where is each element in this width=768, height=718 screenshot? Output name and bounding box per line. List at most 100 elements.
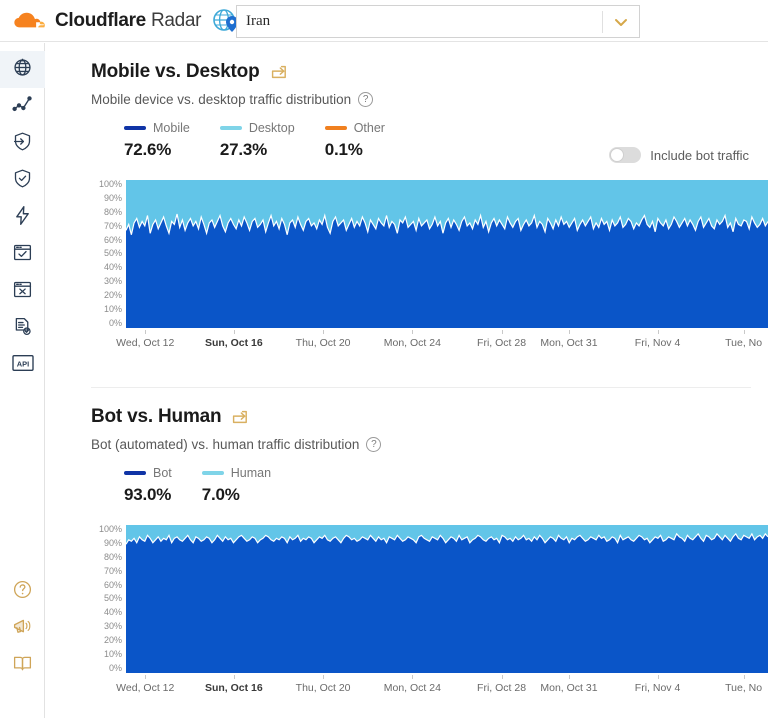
y-tick-label: 60% — [103, 234, 122, 245]
sidebar-item-reports[interactable] — [0, 310, 45, 347]
sidebar-item-help[interactable] — [0, 573, 45, 610]
y-tick-label: 100% — [98, 179, 122, 189]
page-title: Bot vs. Human — [91, 406, 222, 427]
svg-text:API: API — [16, 359, 28, 368]
legend-label: Desktop — [248, 121, 295, 135]
legend-item[interactable]: Other 0.1% — [324, 121, 385, 160]
sidebar-item-adoption[interactable] — [0, 236, 45, 273]
sidebar-bottom-items — [0, 573, 45, 684]
api-icon: API — [11, 353, 35, 378]
globe-network-icon — [12, 57, 33, 83]
x-tick-mark — [412, 675, 414, 679]
share-export-icon[interactable] — [269, 63, 287, 81]
section-divider — [91, 387, 751, 388]
x-tick-label: Sun, Oct 16 — [204, 682, 263, 694]
question-circle-icon[interactable]: ? — [366, 437, 382, 452]
share-export-icon[interactable] — [230, 408, 248, 426]
y-tick-label: 90% — [103, 192, 122, 203]
y-tick-label: 10% — [103, 649, 122, 660]
country-search-box[interactable] — [236, 5, 640, 38]
question-circle-icon — [12, 579, 33, 605]
section-subtitle: Mobile device vs. desktop traffic distri… — [91, 92, 352, 107]
y-tick-label: 40% — [103, 262, 122, 273]
sidebar-item-docs[interactable] — [0, 647, 45, 684]
x-tick-mark — [233, 675, 235, 679]
question-circle-icon[interactable]: ? — [358, 92, 374, 107]
y-tick-label: 80% — [103, 206, 122, 217]
line-chart-traffic-icon — [12, 94, 33, 120]
chart-plot-area[interactable] — [126, 525, 768, 673]
sidebar-item-overview[interactable] — [0, 51, 45, 88]
chart-plot-area[interactable] — [126, 180, 768, 328]
stacked-area-chart — [126, 525, 768, 673]
x-tick-label: Fri, Oct 28 — [477, 337, 527, 349]
y-tick-label: 0% — [108, 317, 122, 328]
legend-item[interactable]: Mobile 72.6% — [124, 121, 190, 160]
document-check-icon — [12, 316, 33, 342]
shield-check-icon — [12, 168, 33, 194]
y-tick-label: 100% — [98, 524, 122, 534]
sidebar-item-traffic[interactable] — [0, 88, 45, 125]
sidebar-item-outage-center[interactable] — [0, 273, 45, 310]
x-tick-label: Wed, Oct 12 — [116, 682, 175, 694]
x-tick-label: Thu, Oct 20 — [295, 337, 351, 349]
search-input[interactable] — [237, 6, 602, 37]
toggle-label: Include bot traffic — [650, 147, 749, 163]
app-header: Cloudflare Radar — [0, 0, 768, 42]
y-tick-label: 70% — [103, 220, 122, 231]
brand-logo-group[interactable]: Cloudflare Radar — [10, 10, 201, 32]
x-tick-label: Thu, Oct 20 — [295, 682, 351, 694]
legend-swatch-human — [201, 471, 224, 475]
y-tick-label: 60% — [103, 579, 122, 590]
toggle-track[interactable] — [609, 147, 642, 163]
x-tick-mark — [501, 330, 503, 334]
y-tick-label: 10% — [103, 304, 122, 315]
legend-value: 72.6% — [124, 140, 172, 159]
sidebar-item-attacks[interactable] — [0, 125, 45, 162]
x-tick-label: Tue, No — [725, 682, 763, 694]
toggle-knob — [610, 148, 625, 162]
area-series-bottom — [126, 214, 768, 328]
chart-legend: Bot 93.0% Human 7.0% — [124, 466, 768, 505]
sidebar-item-api[interactable]: API — [0, 347, 45, 384]
x-tick-label: Sun, Oct 16 — [204, 337, 263, 349]
shield-arrow-in-icon — [12, 131, 33, 157]
cloudflare-cloud-logo — [10, 10, 48, 32]
sidebar-item-announcements[interactable] — [0, 610, 45, 647]
y-tick-label: 50% — [103, 593, 122, 604]
section-bot-vs-human: Bot vs. Human Bot (automated) vs. human … — [46, 406, 768, 700]
y-tick-label: 0% — [108, 662, 122, 673]
browser-check-icon — [12, 242, 33, 268]
legend-label: Other — [353, 121, 385, 135]
legend-item[interactable]: Desktop 27.3% — [219, 121, 295, 160]
x-tick-mark — [145, 675, 147, 679]
x-tick-mark — [568, 330, 570, 334]
main-content: Mobile vs. Desktop Mobile device vs. des… — [46, 43, 768, 718]
x-tick-mark — [743, 330, 745, 334]
chevron-down-icon[interactable] — [603, 6, 639, 37]
sidebar-item-security[interactable] — [0, 162, 45, 199]
y-axis-labels: 100% 90% 80% 70% 60% 50% 40% 30% 20% 10% 0% — [88, 180, 122, 328]
x-tick-mark — [501, 675, 503, 679]
x-tick-mark — [323, 675, 325, 679]
x-tick-label: Mon, Oct 24 — [383, 682, 441, 694]
legend-item[interactable]: Bot 93.0% — [124, 466, 172, 505]
x-axis-labels: Wed, Oct 12 Sun, Oct 16 Thu, Oct 20 Mon, Oc… — [116, 675, 768, 697]
include-bot-traffic-toggle[interactable]: Include bot traffic — [609, 147, 749, 163]
x-tick-label: Fri, Nov 4 — [634, 337, 681, 349]
legend-value: 93.0% — [124, 485, 172, 504]
x-tick-label: Fri, Nov 4 — [634, 682, 681, 694]
legend-swatch-desktop — [219, 126, 242, 130]
section-mobile-vs-desktop: Mobile vs. Desktop Mobile device vs. des… — [46, 61, 768, 355]
section-title-row: Bot vs. Human — [91, 406, 768, 428]
legend-value: 0.1% — [324, 140, 363, 159]
chart-mobile-vs-desktop[interactable]: 100% 90% 80% 70% 60% 50% 40% 30% 20% 10% 0% Wed, O… — [46, 180, 768, 355]
sidebar-item-performance[interactable] — [0, 199, 45, 236]
section-subtitle: Bot (automated) vs. human traffic distri… — [91, 437, 360, 452]
chart-bot-vs-human[interactable]: 100% 90% 80% 70% 60% 50% 40% 30% 20% 10% 0% Wed, O… — [46, 525, 768, 700]
y-tick-label: 90% — [103, 537, 122, 548]
x-tick-mark — [323, 330, 325, 334]
legend-item[interactable]: Human 7.0% — [201, 466, 271, 505]
left-sidebar: API — [0, 43, 45, 718]
legend-swatch-mobile — [124, 126, 146, 130]
